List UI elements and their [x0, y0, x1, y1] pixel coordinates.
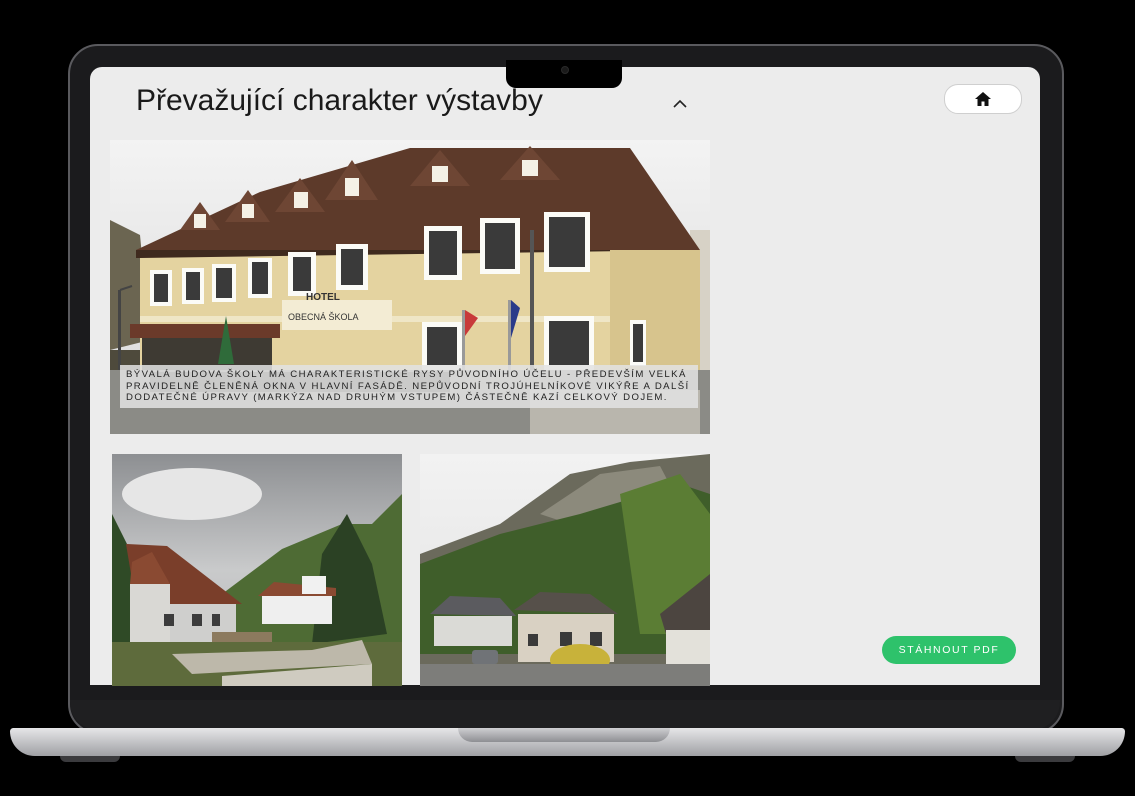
download-pdf-button[interactable]: STÁHNOUT PDF	[882, 636, 1016, 664]
village-photo-cliff	[420, 454, 710, 686]
collapse-section-button[interactable]	[666, 92, 694, 116]
page-title: Převažující charakter výstavby	[136, 84, 543, 117]
hotel-sign: HOTEL	[306, 292, 340, 303]
home-button[interactable]	[944, 84, 1022, 114]
school-sign: OBECNÁ ŠKOLA	[288, 312, 359, 322]
photo-caption: Bývalá budova školy má charakteristické …	[120, 365, 698, 408]
laptop-opening-lip	[458, 728, 670, 742]
home-icon	[975, 92, 991, 106]
laptop-foot-right	[1015, 756, 1075, 762]
camera-icon	[561, 66, 569, 74]
laptop-foot-left	[60, 756, 120, 762]
chevron-up-icon	[673, 99, 687, 108]
laptop-bezel-bottom	[70, 700, 1060, 730]
village-photo-houses	[112, 454, 402, 686]
